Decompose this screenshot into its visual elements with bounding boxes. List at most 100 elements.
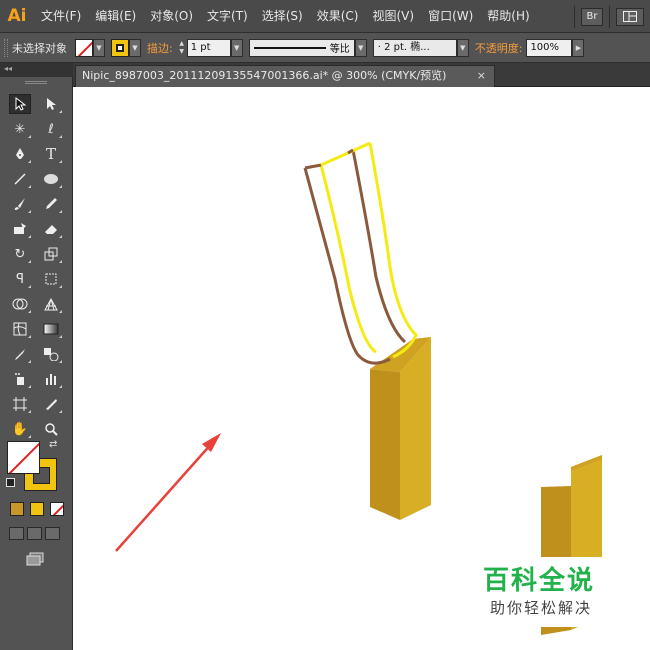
bridge-button[interactable]: Br	[581, 7, 603, 26]
mesh-icon	[13, 322, 27, 336]
line-tool[interactable]	[9, 169, 31, 189]
ribbon-left-brown-stroke	[303, 167, 391, 365]
stroke-profile-label: 等比	[329, 44, 350, 55]
separator	[609, 5, 610, 28]
selection-tool[interactable]	[9, 94, 31, 114]
symbol-sprayer-tool[interactable]	[9, 369, 31, 389]
stroke-swatch[interactable]	[111, 38, 129, 57]
stroke-weight-dropdown[interactable]: ▼	[230, 38, 243, 57]
brush-dropdown[interactable]: ▼	[456, 38, 469, 57]
fill-swatch[interactable]	[75, 38, 93, 57]
blob-brush-tool[interactable]	[9, 219, 31, 239]
direct-selection-tool[interactable]	[40, 94, 62, 114]
opacity-dropdown[interactable]: ▶	[572, 38, 585, 57]
color-mode-button[interactable]	[10, 502, 24, 516]
brush-definition-field[interactable]: · 2 pt. 椭...	[372, 38, 457, 57]
document-tab[interactable]: Nipic_8987003_20111209135547001366.ai* @…	[75, 65, 495, 87]
workspace-switcher-icon[interactable]	[616, 7, 644, 26]
toolbox-grip[interactable]	[25, 81, 47, 84]
draw-inside-icon[interactable]	[45, 527, 60, 540]
pencil-tool[interactable]	[40, 194, 62, 214]
panel-grip[interactable]	[4, 38, 8, 57]
type-tool[interactable]: T	[40, 144, 62, 164]
menu-select[interactable]: 选择(S)	[255, 0, 310, 33]
scale-icon	[44, 247, 58, 261]
close-icon[interactable]: ×	[477, 66, 486, 86]
screen-mode-icon[interactable]	[26, 551, 44, 566]
warp-tool[interactable]: ꟼ	[9, 269, 31, 289]
free-transform-icon	[45, 273, 57, 285]
menu-bar: Ai 文件(F) 编辑(E) 对象(O) 文字(T) 选择(S) 效果(C) 视图(V) 窗口…	[0, 0, 650, 33]
eyedropper-icon	[15, 349, 25, 360]
shape-builder-icon	[12, 298, 28, 310]
type-icon: T	[45, 145, 56, 163]
profile-dropdown[interactable]: ▼	[354, 38, 367, 57]
menu-file[interactable]: 文件(F)	[34, 0, 88, 33]
eraser-tool[interactable]	[40, 219, 62, 239]
artboard-canvas[interactable]: 百科全说 助你轻松解决	[73, 87, 650, 650]
zoom-icon	[45, 423, 58, 436]
draw-normal-icon[interactable]	[9, 527, 24, 540]
ribbon-right-brown-stroke	[351, 149, 407, 344]
scale-tool[interactable]	[40, 244, 62, 264]
default-colors-icon[interactable]	[6, 478, 15, 487]
eraser-icon	[45, 225, 57, 234]
blob-brush-icon	[14, 223, 26, 234]
zoom-tool[interactable]	[40, 419, 62, 439]
blend-tool[interactable]	[40, 344, 62, 364]
magic-wand-icon: ✳	[14, 121, 26, 137]
menu-help[interactable]: 帮助(H)	[480, 0, 536, 33]
lasso-tool[interactable]: ℓ	[40, 119, 62, 139]
lasso-icon: ℓ	[48, 121, 54, 137]
menu-effect[interactable]: 效果(C)	[310, 0, 366, 33]
selection-arrow-icon	[15, 97, 26, 111]
column-graph-tool[interactable]	[40, 369, 62, 389]
gradient-mode-button[interactable]	[30, 502, 44, 516]
menu-object[interactable]: 对象(O)	[143, 0, 200, 33]
shape-builder-tool[interactable]	[9, 294, 31, 314]
draw-behind-icon[interactable]	[27, 527, 42, 540]
gradient-tool[interactable]	[40, 319, 62, 339]
free-transform-tool[interactable]	[40, 269, 62, 289]
opacity-field[interactable]: 100%	[526, 38, 573, 57]
toolbox-header[interactable]: ◂◂	[0, 63, 73, 77]
watermark-subtitle: 助你轻松解决	[490, 599, 593, 617]
pen-tool[interactable]	[9, 144, 31, 164]
menu-view[interactable]: 视图(V)	[365, 0, 421, 33]
hand-tool[interactable]: ✋	[9, 419, 31, 439]
warp-icon: ꟼ	[16, 271, 24, 287]
rotate-tool[interactable]: ↻	[9, 244, 31, 264]
menu-type[interactable]: 文字(T)	[200, 0, 255, 33]
ribbon-top-yellow-stroke	[320, 141, 371, 167]
separator	[574, 5, 575, 28]
line-segment-icon	[14, 173, 26, 185]
swap-colors-icon[interactable]: ⇄	[49, 439, 57, 450]
none-mode-button[interactable]	[50, 502, 64, 516]
control-bar: 未选择对象 ▼ ▼ 描边: ▲ ▼ 1 pt ▼ 等比 ▼ · 2 pt. 椭..…	[0, 33, 650, 63]
artboard-icon	[13, 397, 27, 411]
paintbrush-tool[interactable]	[9, 194, 31, 214]
magic-wand-tool[interactable]: ✳	[9, 119, 31, 139]
variable-width-profile[interactable]: 等比	[248, 38, 355, 57]
fill-color-box[interactable]	[7, 441, 40, 474]
menu-window[interactable]: 窗口(W)	[421, 0, 480, 33]
menu-edit[interactable]: 编辑(E)	[88, 0, 143, 33]
hand-icon: ✋	[11, 421, 29, 437]
perspective-grid-tool[interactable]	[40, 294, 62, 314]
opacity-label[interactable]: 不透明度:	[475, 40, 523, 56]
perspective-grid-icon	[44, 297, 58, 311]
fill-dropdown[interactable]: ▼	[93, 38, 105, 57]
slice-tool[interactable]	[40, 394, 62, 414]
collapse-icon[interactable]: ◂◂	[4, 64, 12, 73]
selection-status: 未选择对象	[12, 41, 67, 55]
artboard-tool[interactable]	[9, 394, 31, 414]
ellipse-tool[interactable]	[40, 169, 62, 189]
mesh-tool[interactable]	[9, 319, 31, 339]
stroke-weight-stepper[interactable]: ▲ ▼	[177, 39, 187, 57]
eyedropper-tool[interactable]	[9, 344, 31, 364]
stroke-weight-field[interactable]: 1 pt	[186, 38, 231, 57]
toolbox: ✳ ℓ T ↻ ꟼ ✋ ⇄	[0, 77, 73, 650]
blend-icon	[44, 348, 59, 361]
stroke-label[interactable]: 描边:	[147, 40, 173, 56]
stroke-dropdown[interactable]: ▼	[129, 38, 141, 57]
